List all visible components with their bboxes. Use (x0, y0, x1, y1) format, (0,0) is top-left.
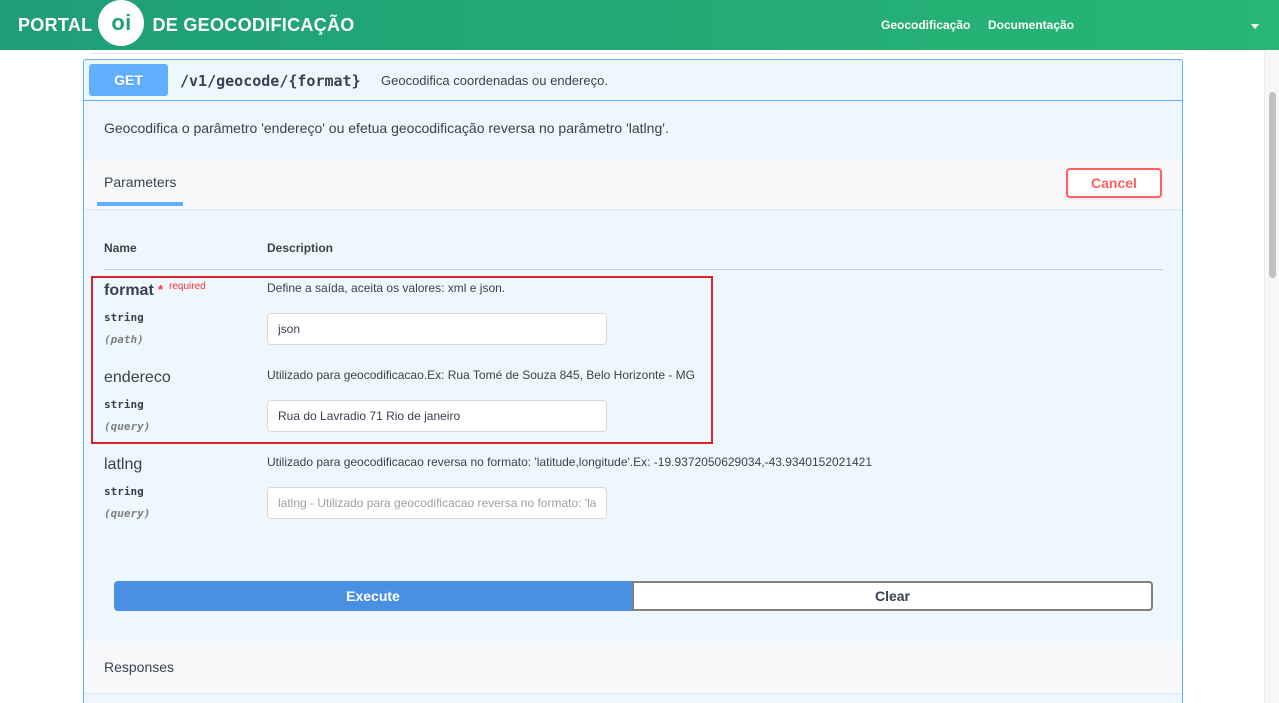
column-header-name: Name (104, 241, 137, 255)
param-type-endereco: string (104, 398, 144, 411)
responses-title: Responses (104, 659, 175, 675)
http-method-badge: GET (89, 64, 168, 96)
brand-text-left: PORTAL (18, 14, 93, 35)
operation-description: Geocodifica o parâmetro 'endereço' ou ef… (104, 120, 669, 136)
param-name-latlng: latlng (104, 456, 143, 473)
param-description-format: Define a saída, aceita os valores: xml e… (267, 281, 506, 295)
chevron-down-icon[interactable] (1251, 24, 1259, 29)
top-navbar: PORTAL oi DE GEOCODIFICAÇÃO Geocodificaç… (0, 0, 1279, 50)
param-in-latlng: (query) (104, 507, 151, 520)
column-header-description: Description (267, 241, 334, 255)
brand-logo-link[interactable]: PORTAL oi DE GEOCODIFICAÇÃO (18, 0, 355, 50)
operation-block-get: GET /v1/geocode/{format} Geocodifica coo… (83, 59, 1183, 703)
param-in-endereco: (query) (104, 420, 151, 433)
operation-summary[interactable]: GET /v1/geocode/{format} Geocodifica coo… (84, 60, 1182, 101)
cancel-button[interactable]: Cancel (1066, 168, 1162, 198)
param-description-endereco: Utilizado para geocodificacao.Ex: Rua To… (267, 368, 696, 382)
scrollbar-thumb[interactable] (1269, 92, 1276, 278)
brand-text-right: DE GEOCODIFICAÇÃO (152, 14, 355, 35)
divider (90, 53, 1183, 54)
page-scrollbar[interactable] (1264, 50, 1279, 703)
required-star: * (158, 282, 164, 297)
format-input[interactable] (267, 313, 607, 345)
param-type-format: string (104, 311, 144, 324)
param-name-format: format (104, 282, 154, 299)
nav-link-documentacao[interactable]: Documentação (988, 0, 1074, 50)
nav-link-geocodificacao[interactable]: Geocodificação (881, 0, 970, 50)
table-divider (104, 269, 1163, 270)
tab-parameters[interactable]: Parameters (104, 174, 176, 190)
tab-active-indicator (97, 202, 183, 206)
param-description-latlng: Utilizado para geocodificacao reversa no… (267, 455, 873, 469)
param-name-endereco: endereco (104, 369, 171, 386)
execute-button[interactable]: Execute (114, 581, 632, 611)
operation-summary-text: Geocodifica coordenadas ou endereço. (381, 73, 608, 88)
parameters-section-header: Parameters Cancel (84, 159, 1182, 209)
param-in-format: (path) (104, 333, 144, 346)
responses-section-header: Responses (84, 641, 1182, 693)
clear-button[interactable]: Clear (632, 581, 1153, 611)
endereco-input[interactable] (267, 400, 607, 432)
param-type-latlng: string (104, 485, 144, 498)
oi-logo-icon: oi (98, 0, 145, 46)
latlng-input[interactable] (267, 487, 607, 519)
operation-path: /v1/geocode/{format} (180, 72, 361, 90)
required-label: required (169, 281, 206, 292)
